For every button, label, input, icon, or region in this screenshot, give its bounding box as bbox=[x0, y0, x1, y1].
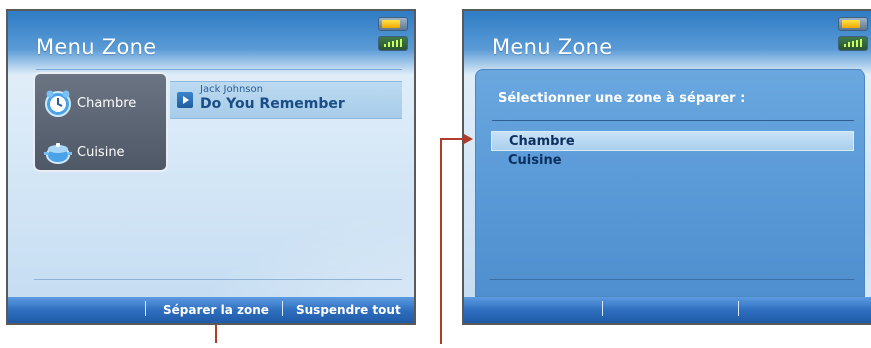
battery-icon bbox=[838, 17, 868, 31]
title-divider bbox=[36, 69, 402, 70]
dialog-divider bbox=[492, 120, 854, 121]
cooking-pot-icon bbox=[44, 143, 72, 164]
zone-label: Cuisine bbox=[77, 144, 125, 160]
now-playing-box[interactable]: Jack Johnson Do You Remember bbox=[170, 81, 402, 119]
menu-zone-screen-2: Menu Zone Sélectionner une zone à sépare… bbox=[462, 9, 871, 325]
pointer-line-softkey bbox=[215, 325, 217, 343]
softkey-separator bbox=[282, 301, 283, 316]
signal-strength-icon bbox=[838, 36, 868, 51]
battery-icon bbox=[378, 17, 408, 31]
separate-zone-dialog: Sélectionner une zone à séparer : Chambr… bbox=[475, 69, 865, 297]
pointer-line-horizontal bbox=[440, 138, 466, 140]
dialog-prompt: Sélectionner une zone à séparer : bbox=[498, 91, 746, 106]
now-playing-track: Do You Remember bbox=[200, 96, 345, 112]
zone-item-cuisine[interactable]: Cuisine bbox=[43, 135, 125, 169]
softkey-bar bbox=[464, 297, 871, 323]
softkey-separator bbox=[738, 301, 739, 316]
bottom-divider bbox=[34, 279, 402, 280]
play-icon bbox=[177, 92, 193, 108]
alarm-clock-icon bbox=[45, 90, 71, 117]
zone-label: Chambre bbox=[77, 95, 137, 111]
dialog-bottom-divider bbox=[490, 279, 854, 280]
softkey-separator bbox=[145, 301, 146, 316]
option-chambre[interactable]: Chambre bbox=[491, 131, 854, 151]
pointer-line-vertical bbox=[440, 139, 442, 344]
softkey-separator bbox=[602, 301, 603, 316]
pointer-arrow-icon bbox=[464, 134, 473, 144]
page-title: Menu Zone bbox=[492, 35, 613, 59]
signal-strength-icon bbox=[378, 36, 408, 51]
softkey-bar: Séparer la zone Suspendre tout bbox=[8, 297, 414, 323]
zone-item-chambre[interactable]: Chambre bbox=[43, 86, 136, 120]
suspend-all-button[interactable]: Suspendre tout bbox=[296, 303, 401, 317]
page-title: Menu Zone bbox=[36, 35, 157, 59]
separate-zone-button[interactable]: Séparer la zone bbox=[163, 303, 269, 317]
menu-zone-screen-1: Menu Zone Chambre Cuisine Jack Johnson D… bbox=[6, 9, 416, 325]
now-playing-artist: Jack Johnson bbox=[200, 84, 263, 95]
zone-list-panel: Chambre Cuisine bbox=[33, 72, 168, 172]
option-cuisine[interactable]: Cuisine bbox=[491, 151, 854, 171]
